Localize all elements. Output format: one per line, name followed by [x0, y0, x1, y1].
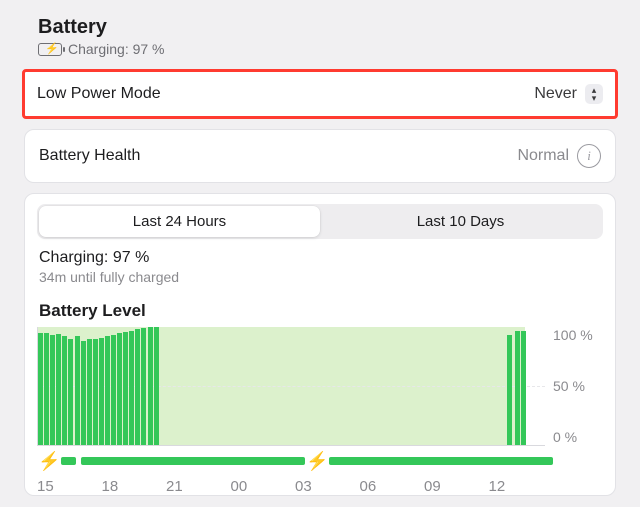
- chart-bar: [87, 339, 92, 445]
- chart-bar: [38, 333, 43, 445]
- chart-y-tick-0: 0 %: [553, 429, 603, 445]
- chart-bar: [75, 336, 80, 445]
- chart-bar: [117, 333, 122, 445]
- battery-level-chart: 100 % 50 % 0 %: [37, 327, 603, 446]
- chart-bar: [111, 335, 116, 445]
- chart-x-tick: 18: [102, 478, 167, 495]
- chart-bar: [129, 331, 134, 445]
- charging-segment: [329, 457, 553, 465]
- battery-icon: ⚡: [38, 43, 62, 56]
- chart-bar: [515, 331, 520, 445]
- chart-bar: [123, 332, 128, 445]
- chart-bar: [81, 341, 86, 445]
- low-power-mode-row[interactable]: Low Power Mode Never ▴▾: [22, 69, 618, 119]
- chart-bar: [141, 328, 146, 445]
- chart-y-axis: 100 % 50 % 0 %: [545, 327, 603, 445]
- info-icon[interactable]: i: [577, 144, 601, 168]
- bolt-icon: ⚡: [305, 452, 329, 470]
- chart-bar: [99, 338, 104, 445]
- chart-x-tick: 12: [489, 478, 554, 495]
- chart-x-axis: 15 18 21 00 03 06 09 12: [37, 472, 553, 495]
- low-power-mode-label: Low Power Mode: [37, 85, 161, 103]
- chart-bar: [507, 335, 512, 445]
- chart-y-tick-100: 100 %: [553, 327, 603, 343]
- tab-last-24-hours[interactable]: Last 24 Hours: [39, 206, 320, 237]
- chart-x-tick: 06: [360, 478, 425, 495]
- chart-bar: [148, 327, 153, 445]
- chart-bar: [135, 329, 140, 445]
- bolt-icon: ⚡: [37, 452, 61, 470]
- chart-bar: [154, 327, 159, 445]
- charging-status-sub: 34m until fully charged: [37, 269, 603, 285]
- chart-bar: [50, 335, 55, 445]
- chart-x-tick: 15: [37, 478, 102, 495]
- charging-status-line: Charging: 97 %: [37, 249, 603, 267]
- chart-x-tick: 00: [231, 478, 296, 495]
- chart-plot-area: [37, 327, 545, 446]
- chart-bar: [44, 333, 49, 445]
- chart-bar: [521, 331, 526, 445]
- chart-bar: [93, 339, 98, 445]
- header-status-text: Charging: 97 %: [68, 41, 165, 57]
- battery-header: Battery ⚡ Charging: 97 %: [14, 0, 626, 65]
- chart-title: Battery Level: [37, 301, 603, 321]
- chart-bar: [56, 334, 61, 445]
- chart-bar: [62, 336, 67, 445]
- battery-health-row[interactable]: Battery Health Normal i: [24, 129, 616, 183]
- low-power-mode-value: Never: [534, 85, 577, 103]
- chart-y-tick-50: 50 %: [553, 378, 603, 394]
- usage-card: Last 24 Hours Last 10 Days Charging: 97 …: [24, 193, 616, 496]
- header-status-row: ⚡ Charging: 97 %: [38, 41, 616, 57]
- charging-segment: [61, 457, 76, 465]
- battery-health-label: Battery Health: [39, 147, 140, 165]
- chart-x-tick: 09: [424, 478, 489, 495]
- page-title: Battery: [38, 16, 616, 39]
- chart-x-tick: 21: [166, 478, 231, 495]
- dropdown-indicator-icon[interactable]: ▴▾: [585, 84, 603, 104]
- chart-bar: [68, 339, 73, 445]
- chart-bar: [105, 336, 110, 445]
- time-range-segmented: Last 24 Hours Last 10 Days: [37, 204, 603, 239]
- chart-x-tick: 03: [295, 478, 360, 495]
- charging-segment: [81, 457, 305, 465]
- charging-timeline: ⚡ ⚡: [37, 446, 553, 472]
- battery-health-value: Normal: [517, 147, 569, 165]
- tab-last-10-days[interactable]: Last 10 Days: [320, 206, 601, 237]
